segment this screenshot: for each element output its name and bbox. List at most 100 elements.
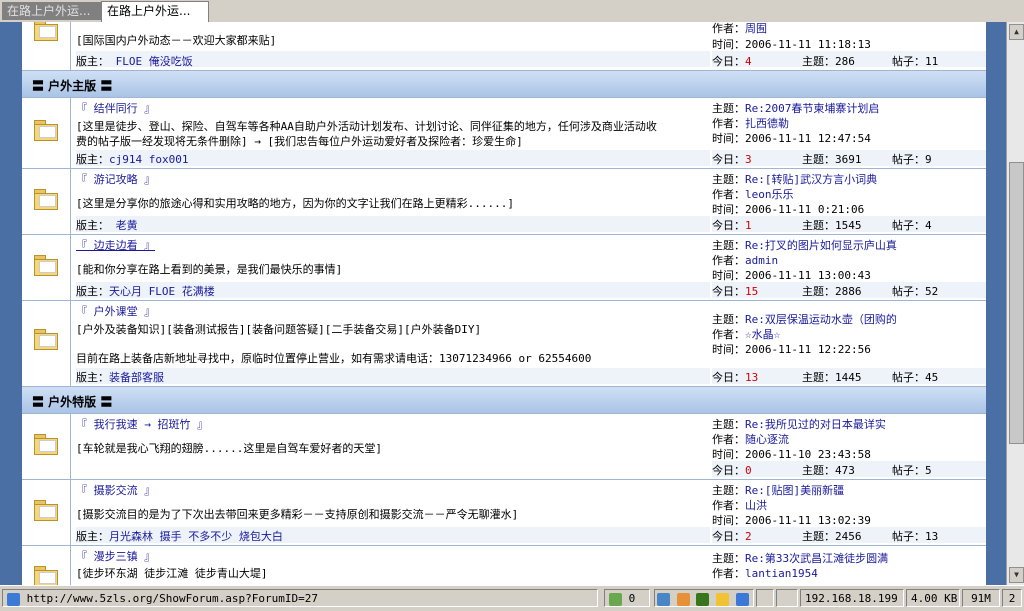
forum-description: [国际国内户外动态－－欢迎大家都来贴] — [76, 34, 277, 47]
last-topic-link[interactable]: Re:打叉的图片如何显示庐山真 — [745, 239, 897, 252]
post-count: 4 — [925, 219, 932, 232]
status-speed: 4.00 KB — [906, 589, 960, 607]
post-count: 9 — [925, 153, 932, 166]
last-time: 2006-11-11 0:21:06 — [745, 203, 865, 216]
topic-count: 1445 — [835, 371, 862, 384]
last-time: 2006-11-10 23:43:58 — [745, 448, 871, 461]
forum-title-link[interactable]: 『 户外课堂 』 — [76, 305, 155, 318]
topic-count: 1545 — [835, 219, 862, 232]
forum-row: 『 漫步三镇 』 [徒步环东湖 徒步江滩 徒步青山大堤] 主题：Re:第33次武… — [22, 546, 986, 585]
last-time: 2006-11-11 12:47:54 — [745, 132, 871, 145]
scroll-thumb[interactable] — [1009, 162, 1024, 444]
moderator-links[interactable]: 月光森林 摄手 不多不少 烧包大白 — [109, 530, 283, 543]
forum-title-link[interactable]: 『 结伴同行 』 — [76, 102, 155, 115]
forum-row: 『 结伴同行 』 [这里是徒步、登山、探险、自驾车等各种AA自助户外活动计划发布… — [22, 98, 986, 169]
today-count: 15 — [745, 285, 759, 298]
last-time: 2006-11-11 13:02:39 — [745, 514, 871, 527]
last-topic-link[interactable]: Re:双层保温运动水壶（团购的 — [745, 313, 897, 326]
forum-title-link[interactable]: 『 摄影交流 』 — [76, 484, 155, 497]
popup-blocker-icon[interactable] — [609, 592, 622, 606]
post-count: 52 — [925, 285, 939, 298]
forum-description: [摄影交流目的是为了下次出去带回来更多精彩－－支持原创和摄影交流－－严令无聊灌水… — [76, 508, 519, 521]
folder-icon — [34, 189, 58, 210]
last-topic-link[interactable]: Re:[贴图]美丽新疆 — [745, 484, 844, 497]
section-title: 〓 户外主版 〓 — [32, 79, 113, 93]
topic-count: 286 — [835, 55, 855, 68]
last-topic-link[interactable]: Re:[转贴]武汉方言小词典 — [745, 173, 877, 186]
forum-notice: 目前在路上装备店新地址寻找中，原临时位置停止营业，如有需求请电话：1307123… — [76, 352, 592, 365]
topic-count: 2886 — [835, 285, 862, 298]
forum-row: 『 摄影交流 』 [摄影交流目的是为了下次出去带回来更多精彩－－支持原创和摄影交… — [22, 480, 986, 546]
forum-list: [国际国内户外动态－－欢迎大家都来贴] 版主： FLOE 俺没吃饭 作者：周囿 … — [22, 22, 986, 585]
moderator-links[interactable]: 装备部客服 — [109, 371, 164, 384]
tab-inactive[interactable]: 在路上户外运... — [2, 2, 108, 20]
post-count: 13 — [925, 530, 939, 543]
last-author[interactable]: 周囿 — [745, 22, 767, 35]
topic-count: 473 — [835, 464, 855, 477]
last-time: 2006-11-11 12:22:56 — [745, 343, 871, 356]
moderator-links[interactable]: 天心月 FLOE 花满楼 — [109, 285, 215, 298]
last-time: 2006-11-11 13:00:43 — [745, 269, 871, 282]
forum-title-link[interactable]: 『 边走边看 』 — [76, 239, 155, 252]
section-header: 〓 户外特版 〓 — [22, 387, 986, 414]
forum-description: [能和你分享在路上看到的美景，是我们最快乐的事情] — [76, 263, 343, 276]
last-author[interactable]: ☆水晶☆ — [745, 328, 780, 341]
folder-icon — [34, 329, 58, 350]
folder-icon — [34, 434, 58, 455]
window-icon[interactable] — [735, 592, 749, 606]
moderator-links[interactable]: FLOE 俺没吃饭 — [116, 55, 193, 68]
forum-title-link[interactable]: 『 漫步三镇 』 — [76, 550, 155, 563]
block-icon[interactable] — [676, 592, 690, 606]
last-author[interactable]: 扎西德勒 — [745, 117, 789, 130]
status-window-count: 2 — [1002, 589, 1022, 607]
last-author[interactable]: leon乐乐 — [745, 188, 794, 201]
scroll-up-icon[interactable]: ▲ — [1009, 24, 1024, 40]
vertical-scrollbar[interactable]: ▲ ▼ — [1006, 22, 1024, 585]
last-time: 2006-11-11 11:18:13 — [745, 38, 871, 51]
post-count: 11 — [925, 55, 939, 68]
forum-row: 『 边走边看 』 [能和你分享在路上看到的美景，是我们最快乐的事情] 版主：天心… — [22, 235, 986, 301]
today-count: 13 — [745, 371, 759, 384]
download-icon[interactable] — [696, 592, 710, 606]
page-viewport: [国际国内户外动态－－欢迎大家都来贴] 版主： FLOE 俺没吃饭 作者：周囿 … — [0, 22, 1006, 585]
today-count: 1 — [745, 219, 752, 232]
tab-active[interactable]: 在路上户外运... — [101, 1, 209, 22]
last-topic-link[interactable]: Re:我所见过的对日本最详实 — [745, 418, 886, 431]
moderator-label: 版主： — [76, 55, 109, 68]
last-author[interactable]: admin — [745, 254, 778, 267]
status-url: http://www.5zls.org/ShowForum.asp?ForumI… — [26, 592, 319, 605]
section-header: 〓 户外主版 〓 — [22, 71, 986, 98]
status-memory: 91M — [962, 589, 1000, 607]
folder-icon — [34, 120, 58, 141]
folder-icon — [34, 566, 58, 585]
toolbar-icons — [654, 589, 754, 607]
forum-description: [户外及装备知识][装备测试报告][装备问题答疑][二手装备交易][户外装备DI… — [76, 323, 482, 336]
folder-icon — [34, 255, 58, 276]
today-count: 0 — [745, 464, 752, 477]
network-icon[interactable] — [657, 592, 670, 606]
scroll-down-icon[interactable]: ▼ — [1009, 567, 1024, 583]
today-count: 3 — [745, 153, 752, 166]
flower-icon[interactable] — [715, 592, 729, 606]
forum-title-link[interactable]: 『 游记攻略 』 — [76, 173, 155, 186]
last-topic-link[interactable]: Re:第33次武昌江滩徒步圆满 — [745, 552, 888, 565]
forum-description: [这里是徒步、登山、探险、自驾车等各种AA自助户外活动计划发布、计划讨论、同伴征… — [76, 120, 657, 133]
last-author[interactable]: lantian1954 — [745, 567, 818, 580]
moderator-links[interactable]: cj914 fox001 — [109, 153, 188, 166]
status-ip: 192.168.18.199 — [800, 589, 904, 607]
post-count: 45 — [925, 371, 939, 384]
last-topic-link[interactable]: Re:2007春节柬埔寨计划启 — [745, 102, 879, 115]
forum-row: 『 户外课堂 』 [户外及装备知识][装备测试报告][装备问题答疑][二手装备交… — [22, 301, 986, 387]
forum-description: [这里是分享你的旅途心得和实用攻略的地方，因为你的文字让我们在路上更精彩....… — [76, 197, 514, 210]
post-count: 5 — [925, 464, 932, 477]
forum-row: 『 我行我速 → 招斑竹 』 [车轮就是我心飞翔的翅膀......这里是自驾车爱… — [22, 414, 986, 480]
forum-row-partial: [国际国内户外动态－－欢迎大家都来贴] 版主： FLOE 俺没吃饭 作者：周囿 … — [22, 22, 986, 71]
popup-blocker[interactable]: 0 — [604, 589, 650, 607]
page-icon — [7, 592, 20, 606]
last-author[interactable]: 山洪 — [745, 499, 767, 512]
forum-row: 『 游记攻略 』 [这里是分享你的旅途心得和实用攻略的地方，因为你的文字让我们在… — [22, 169, 986, 235]
today-count: 2 — [745, 530, 752, 543]
forum-title-link[interactable]: 『 我行我速 → 招斑竹 』 — [76, 418, 208, 431]
last-author[interactable]: 随心逐流 — [745, 433, 789, 446]
moderator-links[interactable]: 老黄 — [116, 219, 138, 232]
